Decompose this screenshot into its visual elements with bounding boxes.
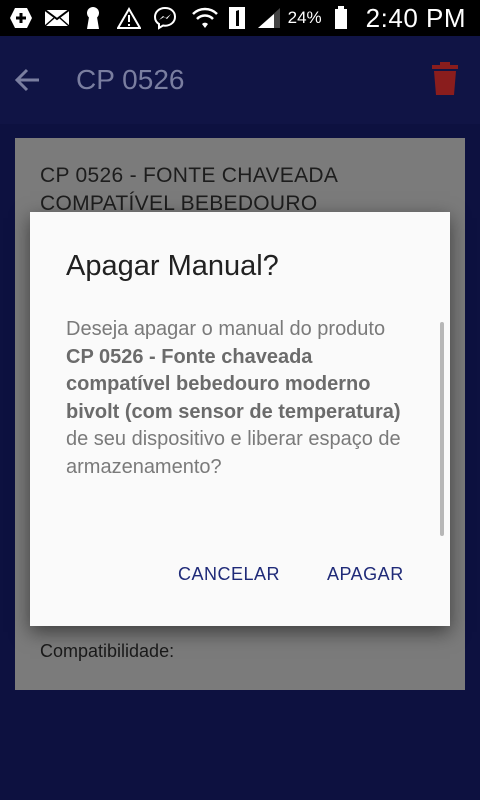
warning-icon [116,6,142,30]
cancel-button[interactable]: CANCELAR [178,564,280,585]
page-title: CP 0526 [76,64,185,95]
app-bar: CP 0526 [0,36,480,124]
dialog-title: Apagar Manual? [66,250,279,282]
keyhole-icon [80,6,106,30]
mail-icon [44,6,70,30]
message-product-name: CP 0526 - Fonte chaveada compatível bebe… [66,345,401,423]
status-bar: 24% 2:40 PM [0,0,480,36]
message-prefix: Deseja apagar o manual do produto [66,318,386,340]
confirm-delete-button[interactable]: APAGAR [327,564,404,585]
delete-icon[interactable] [430,62,460,96]
message-suffix: de seu dispositivo e liberar espaço de a… [66,428,401,478]
delete-manual-dialog: Apagar Manual? Deseja apagar o manual do… [30,212,450,626]
clock: 2:40 PM [365,2,466,33]
battery-icon [328,6,354,30]
dialog-scrollbar[interactable] [440,322,444,536]
compatibility-label: Compatibilidade: [40,641,175,661]
wifi-icon [191,6,218,30]
sim-1-icon [224,6,250,30]
battery-percent: 24% [287,8,322,27]
add-box-icon [8,6,34,30]
messenger-icon [152,6,178,30]
dialog-message: Deseja apagar o manual do produto CP 052… [66,316,416,481]
product-title: CP 0526 - FONTE CHAVEADA COMPATÍVEL BEBE… [40,164,338,215]
signal-icon [256,6,282,30]
back-arrow-icon[interactable] [0,52,56,108]
